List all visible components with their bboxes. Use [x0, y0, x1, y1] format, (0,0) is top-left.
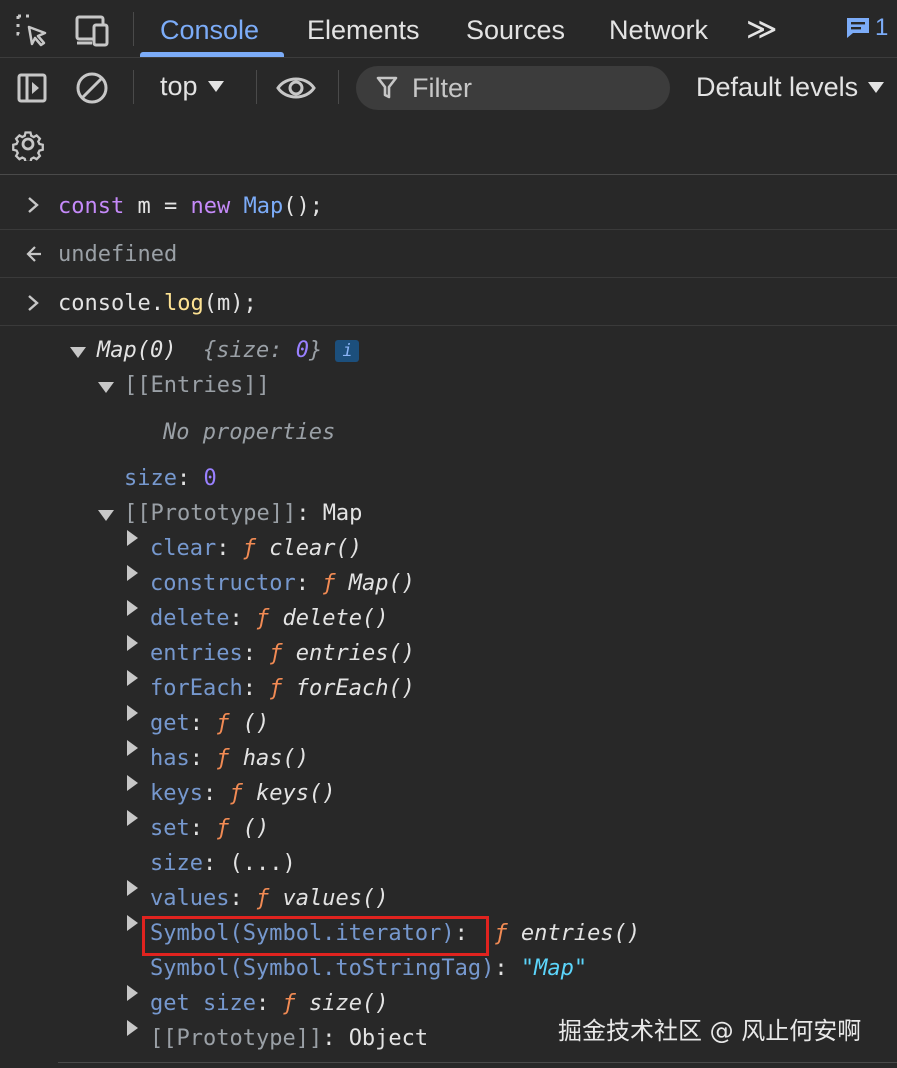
toolbar-divider: [133, 70, 134, 104]
prototype-method-3[interactable]: entries: ƒ entries(): [150, 641, 415, 666]
chevron-down-icon: [207, 81, 224, 92]
message-icon: [847, 18, 869, 38]
expand-triangle-icon[interactable]: [127, 1020, 138, 1036]
console-result-value: undefined: [58, 242, 178, 267]
expand-triangle-icon[interactable]: [127, 565, 138, 581]
console-input-code: const m = new Map();: [58, 194, 323, 219]
device-toolbar-icon[interactable]: [72, 10, 112, 50]
more-tabs-icon[interactable]: ≫: [746, 0, 777, 58]
toolbar-divider: [133, 12, 134, 46]
expand-triangle-icon[interactable]: [127, 740, 138, 756]
expand-triangle-icon[interactable]: [127, 880, 138, 896]
console-toolbar: top Default levels: [0, 58, 897, 120]
expand-triangle-icon[interactable]: [127, 635, 138, 651]
watermark-text: 掘金技术社区 @ 风止何安啊: [558, 1017, 862, 1045]
expand-triangle-icon[interactable]: [127, 915, 138, 931]
expand-triangle-icon[interactable]: [127, 985, 138, 1001]
expand-triangle-icon[interactable]: [127, 705, 138, 721]
context-selector[interactable]: top: [160, 71, 224, 102]
console-divider: [58, 1062, 897, 1063]
issues-count: 1: [875, 14, 889, 41]
tab-elements[interactable]: Elements: [307, 0, 420, 58]
expand-triangle-icon[interactable]: [127, 530, 138, 546]
active-tab-indicator: [140, 52, 284, 57]
context-label: top: [160, 71, 198, 101]
toolbar-divider: [256, 70, 257, 104]
filter-icon: [376, 76, 398, 99]
filter-input[interactable]: [412, 72, 632, 104]
prototype-method-7[interactable]: keys: ƒ keys(): [150, 781, 335, 806]
object-prototype-node[interactable]: [[Prototype]]: Object: [150, 1026, 428, 1051]
console-output[interactable]: const m = new Map(); undefined console.l…: [0, 176, 897, 1068]
console-settings-gear-icon[interactable]: [8, 124, 48, 164]
tab-sources[interactable]: Sources: [466, 0, 565, 58]
filter-box[interactable]: [356, 66, 670, 110]
prototype-method-5[interactable]: get: ƒ (): [150, 711, 269, 736]
sidebar-toggle-icon[interactable]: [12, 68, 52, 108]
size-property: size: 0: [124, 466, 217, 491]
toolbar-divider: [338, 70, 339, 104]
chevron-down-icon: [868, 82, 885, 93]
prototype-method-2[interactable]: delete: ƒ delete(): [150, 606, 388, 631]
expand-triangle-icon[interactable]: [70, 347, 86, 358]
clear-console-icon[interactable]: [72, 68, 112, 108]
devtools-tabbar: Console Elements Sources Network ≫ 1: [0, 0, 897, 58]
expand-triangle-icon[interactable]: [98, 510, 114, 521]
inspect-element-icon[interactable]: [12, 10, 52, 50]
tab-network[interactable]: Network: [609, 0, 708, 58]
prototype-node[interactable]: [[Prototype]]: Map: [124, 501, 362, 526]
expand-triangle-icon[interactable]: [127, 775, 138, 791]
annotation-highlight-box: [142, 916, 489, 956]
expand-triangle-icon[interactable]: [127, 600, 138, 616]
entries-node[interactable]: [[Entries]]: [124, 373, 270, 398]
symbol-tostringtag-property: Symbol(Symbol.toStringTag): "Map": [150, 956, 588, 981]
expand-triangle-icon[interactable]: [127, 670, 138, 686]
no-properties-label: No properties: [163, 420, 336, 445]
prototype-method-1[interactable]: constructor: ƒ Map(): [150, 571, 415, 596]
input-prompt-icon: [28, 295, 39, 311]
console-result-line: undefined: [0, 230, 897, 278]
issues-counter[interactable]: 1: [845, 14, 888, 42]
expand-triangle-icon[interactable]: [98, 382, 114, 393]
info-icon[interactable]: i: [335, 340, 360, 362]
prototype-method-8[interactable]: set: ƒ (): [150, 816, 269, 841]
prototype-method-4[interactable]: forEach: ƒ forEach(): [150, 676, 415, 701]
get-size-property[interactable]: get size: ƒ size(): [150, 991, 388, 1016]
result-arrow-icon: [26, 246, 41, 262]
prototype-method-0[interactable]: clear: ƒ clear(): [150, 536, 362, 561]
log-levels-dropdown[interactable]: Default levels: [696, 72, 885, 103]
map-object-header[interactable]: Map(0) {size: 0} i: [97, 338, 360, 363]
expand-triangle-icon[interactable]: [127, 810, 138, 826]
live-expression-eye-icon[interactable]: [276, 68, 316, 108]
console-input-line: const m = new Map();: [0, 176, 897, 230]
console-input-line: console.log(m);: [0, 278, 897, 326]
console-input-code: console.log(m);: [58, 291, 257, 316]
input-prompt-icon: [28, 197, 39, 213]
tab-console[interactable]: Console: [160, 0, 259, 58]
prototype-method-6[interactable]: has: ƒ has(): [150, 746, 309, 771]
values-property[interactable]: values: ƒ values(): [150, 886, 388, 911]
size-getter-property[interactable]: size: (...): [150, 851, 296, 876]
log-levels-label: Default levels: [696, 72, 859, 102]
console-toolbar-row2: [0, 120, 897, 175]
